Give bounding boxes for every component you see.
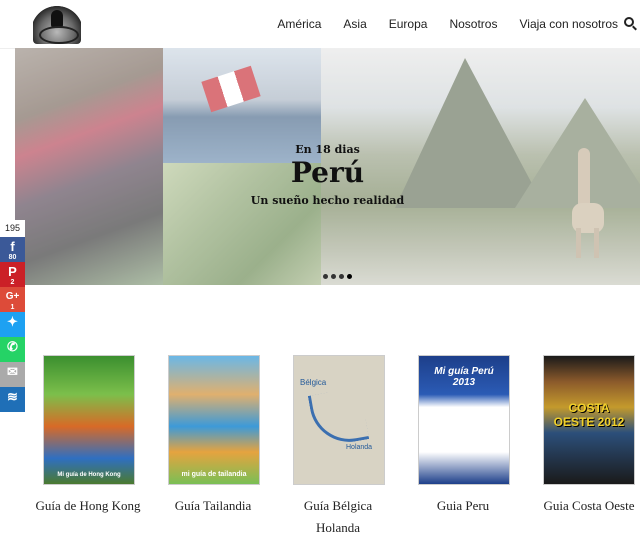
nav-asia[interactable]: Asia xyxy=(343,17,366,31)
site-header: América Asia Europa Nosotros Viaja con n… xyxy=(0,0,640,49)
twitter-share-button[interactable]: ✦ xyxy=(0,312,25,337)
cover-subtitle: Holanda xyxy=(346,444,373,451)
logo-ring xyxy=(39,26,79,44)
slider-dot-active[interactable] xyxy=(347,274,352,279)
guide-label[interactable]: Guía Bélgica Holanda xyxy=(293,495,383,539)
nav-america[interactable]: América xyxy=(277,17,321,31)
cover-title: Bélgica xyxy=(300,378,327,387)
guide-label[interactable]: Guia Costa Oeste xyxy=(539,495,639,517)
cover-title: Mi guía de Hong Kong xyxy=(57,472,121,478)
cover-title: mi guía de tailandia xyxy=(181,471,247,478)
guide-label[interactable]: Guía de Hong Kong xyxy=(23,495,153,517)
cover-title: COSTA OESTE 2012 xyxy=(553,401,625,429)
whatsapp-icon: ✆ xyxy=(7,339,18,354)
sumo-share-button[interactable]: ≋ xyxy=(0,387,25,412)
guide-label[interactable]: Guia Peru xyxy=(398,495,528,517)
facebook-count: 80 xyxy=(8,254,17,261)
whatsapp-share-button[interactable]: ✆ xyxy=(0,337,25,362)
slider-dot[interactable] xyxy=(339,274,344,279)
hero-title: Perú xyxy=(290,156,365,189)
sumo-icon: ≋ xyxy=(7,389,18,404)
slider-dot[interactable] xyxy=(323,274,328,279)
facebook-share-button[interactable]: f 80 xyxy=(0,237,25,262)
share-sidebar: 195 f 80 P 2 G+ 1 ✦ ✆ ✉ ≋ xyxy=(0,220,25,412)
twitter-icon: ✦ xyxy=(7,314,18,329)
slider-dots xyxy=(323,274,352,279)
google-plus-icon: G+ xyxy=(5,291,20,302)
hero-subtitle: Un sueño hecho realidad xyxy=(250,194,405,207)
nav-europa[interactable]: Europa xyxy=(389,17,428,31)
cover-title: Mi guía Perú 2013 xyxy=(434,366,494,388)
share-total: 195 xyxy=(0,220,25,237)
guide-cover[interactable]: Mi guía de Hong Kong xyxy=(43,355,135,485)
google-plus-count: 1 xyxy=(10,304,15,311)
search-icon[interactable] xyxy=(624,17,634,27)
email-share-button[interactable]: ✉ xyxy=(0,362,25,387)
pinterest-icon: P xyxy=(8,264,17,279)
hero-kicker: En 18 dias xyxy=(295,143,360,156)
nav-nosotros[interactable]: Nosotros xyxy=(449,17,497,31)
route-arrow-icon xyxy=(307,386,370,449)
site-logo[interactable] xyxy=(33,4,81,44)
pinterest-count: 2 xyxy=(10,279,15,286)
facebook-icon: f xyxy=(10,239,15,254)
google-plus-share-button[interactable]: G+ 1 xyxy=(0,287,25,312)
guide-cover[interactable]: Mi guía Perú 2013 xyxy=(418,355,510,485)
main-nav: América Asia Europa Nosotros Viaja con n… xyxy=(277,0,618,48)
guide-cover[interactable]: Bélgica Holanda xyxy=(293,355,385,485)
pinterest-share-button[interactable]: P 2 xyxy=(0,262,25,287)
guide-label[interactable]: Guía Tailandia xyxy=(148,495,278,517)
hero-slider[interactable]: En 18 dias Perú Un sueño hecho realidad xyxy=(15,48,640,285)
guide-cover[interactable]: mi guía de tailandia xyxy=(168,355,260,485)
email-icon: ✉ xyxy=(7,364,18,379)
slider-dot[interactable] xyxy=(331,274,336,279)
nav-viaja-con-nosotros[interactable]: Viaja con nosotros xyxy=(519,17,618,31)
guide-cover[interactable]: COSTA OESTE 2012 xyxy=(543,355,635,485)
